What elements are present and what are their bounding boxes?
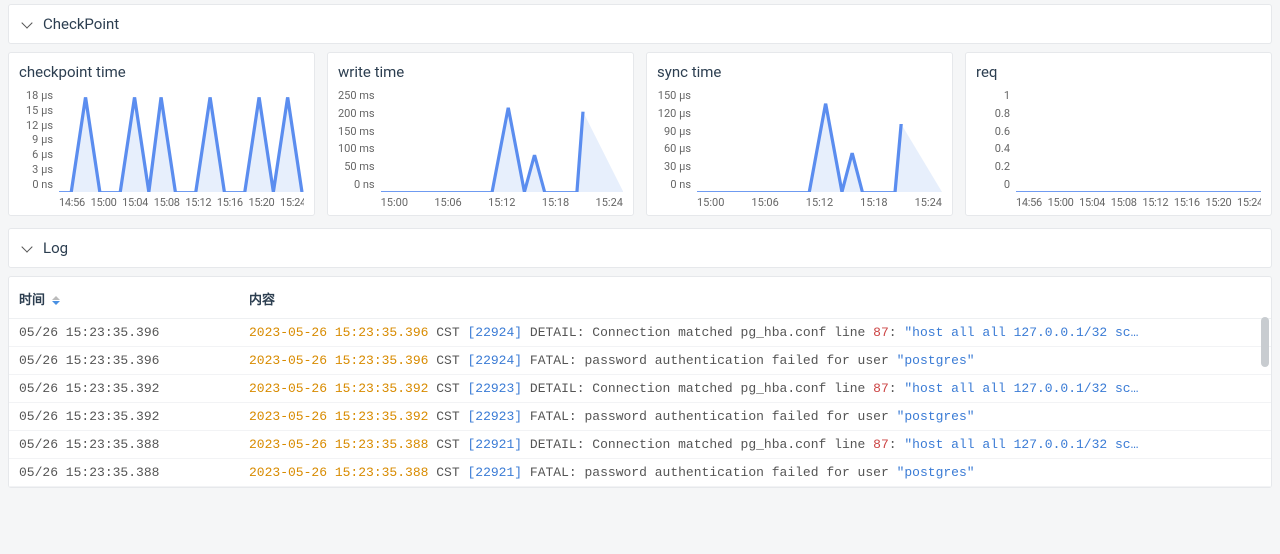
chevron-down-icon <box>21 17 32 28</box>
y-axis: 10.80.60.40.20 <box>976 89 1016 209</box>
x-axis: 15:0015:0615:1215:1815:24 <box>697 192 942 209</box>
table-row[interactable]: 05/26 15:23:35.3882023-05-26 15:23:35.38… <box>9 431 1271 459</box>
log-time-cell: 05/26 15:23:35.392 <box>9 403 239 431</box>
log-section: Log <box>8 228 1272 268</box>
log-time-cell: 05/26 15:23:35.396 <box>9 347 239 375</box>
log-title: Log <box>43 239 68 257</box>
chart-plot[interactable] <box>59 89 304 192</box>
log-content-cell: 2023-05-26 15:23:35.388 CST [22921] DETA… <box>239 431 1271 459</box>
x-axis: 15:0015:0615:1215:1815:24 <box>381 192 623 209</box>
chart-card-checkpoint_time[interactable]: checkpoint time 18 μs15 μs12 μs9 μs6 μs3 … <box>8 52 315 216</box>
table-row[interactable]: 05/26 15:23:35.3922023-05-26 15:23:35.39… <box>9 375 1271 403</box>
chart-title: sync time <box>657 63 942 81</box>
chart-plot[interactable] <box>381 89 623 192</box>
checkpoint-title: CheckPoint <box>43 15 119 33</box>
log-time-cell: 05/26 15:23:35.388 <box>9 431 239 459</box>
log-content-cell: 2023-05-26 15:23:35.396 CST [22924] FATA… <box>239 347 1271 375</box>
log-header[interactable]: Log <box>9 229 1271 267</box>
log-content-cell: 2023-05-26 15:23:35.396 CST [22924] DETA… <box>239 319 1271 347</box>
chart-title: req <box>976 63 1261 81</box>
table-row[interactable]: 05/26 15:23:35.3882023-05-26 15:23:35.38… <box>9 459 1271 487</box>
log-col-time-header[interactable]: 时间 <box>9 277 239 319</box>
log-content-cell: 2023-05-26 15:23:35.392 CST [22923] FATA… <box>239 403 1271 431</box>
log-table-wrap: 时间 内容 05/26 15:23:35.3962023-05-26 15:23… <box>8 276 1272 488</box>
log-time-cell: 05/26 15:23:35.392 <box>9 375 239 403</box>
chevron-down-icon <box>21 241 32 252</box>
table-row[interactable]: 05/26 15:23:35.3922023-05-26 15:23:35.39… <box>9 403 1271 431</box>
chart-plot[interactable] <box>1016 89 1261 192</box>
y-axis: 150 μs120 μs90 μs60 μs30 μs0 ns <box>657 89 697 209</box>
log-col-content-header[interactable]: 内容 <box>239 277 1271 319</box>
y-axis: 250 ms200 ms150 ms100 ms50 ms0 ns <box>338 89 381 209</box>
chart-title: checkpoint time <box>19 63 304 81</box>
log-content-cell: 2023-05-26 15:23:35.392 CST [22923] DETA… <box>239 375 1271 403</box>
chart-plot[interactable] <box>697 89 942 192</box>
chart-card-req[interactable]: req 10.80.60.40.2014:5615:0015:0415:0815:… <box>965 52 1272 216</box>
charts-row: checkpoint time 18 μs15 μs12 μs9 μs6 μs3 … <box>0 52 1280 224</box>
x-axis: 14:5615:0015:0415:0815:1215:1615:2015:24 <box>59 192 304 209</box>
log-table: 时间 内容 05/26 15:23:35.3962023-05-26 15:23… <box>9 277 1271 487</box>
chart-card-write_time[interactable]: write time 250 ms200 ms150 ms100 ms50 ms0… <box>327 52 634 216</box>
table-row[interactable]: 05/26 15:23:35.3962023-05-26 15:23:35.39… <box>9 347 1271 375</box>
scrollbar-thumb[interactable] <box>1261 317 1269 367</box>
y-axis: 18 μs15 μs12 μs9 μs6 μs3 μs0 ns <box>19 89 59 209</box>
log-time-cell: 05/26 15:23:35.388 <box>9 459 239 487</box>
log-time-cell: 05/26 15:23:35.396 <box>9 319 239 347</box>
table-row[interactable]: 05/26 15:23:35.3962023-05-26 15:23:35.39… <box>9 319 1271 347</box>
log-content-cell: 2023-05-26 15:23:35.388 CST [22921] FATA… <box>239 459 1271 487</box>
chart-card-sync_time[interactable]: sync time 150 μs120 μs90 μs60 μs30 μs0 ns… <box>646 52 953 216</box>
x-axis: 14:5615:0015:0415:0815:1215:1615:2015:24 <box>1016 192 1261 209</box>
log-tbody: 05/26 15:23:35.3962023-05-26 15:23:35.39… <box>9 319 1271 487</box>
sort-icon[interactable] <box>52 296 60 305</box>
checkpoint-header[interactable]: CheckPoint <box>9 5 1271 43</box>
checkpoint-section: CheckPoint <box>8 4 1272 44</box>
chart-title: write time <box>338 63 623 81</box>
